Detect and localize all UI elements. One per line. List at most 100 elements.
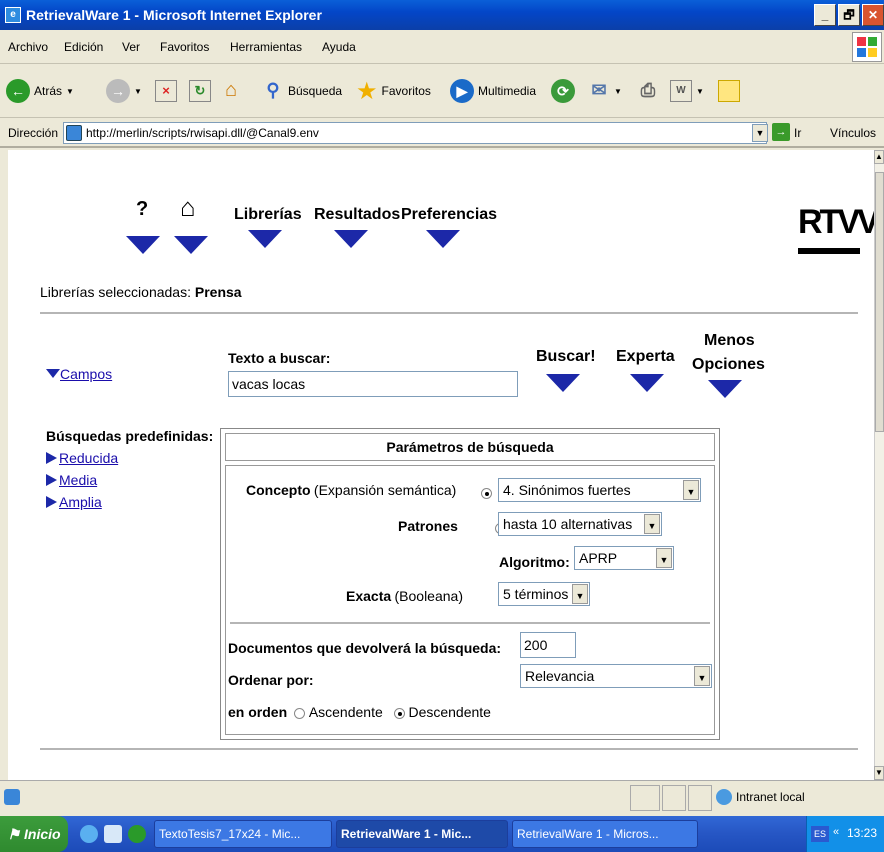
menos-label[interactable]: Menos xyxy=(704,332,755,350)
campos-link[interactable]: Campos xyxy=(46,366,112,382)
predefined-media[interactable]: Media xyxy=(46,472,97,488)
back-button[interactable]: ← Atrás ▼ xyxy=(6,78,74,104)
menu-edicion[interactable]: Edición xyxy=(64,40,103,54)
status-pane xyxy=(630,785,660,811)
maximize-button[interactable]: 🗗 xyxy=(838,4,860,26)
campos-label[interactable]: Campos xyxy=(60,366,112,382)
start-button[interactable]: ⚑ Inicio xyxy=(0,816,68,852)
language-indicator[interactable]: ES xyxy=(811,826,829,842)
concepto-sub-label: (Expansión semántica) xyxy=(313,482,457,498)
menos-opciones-arrow[interactable] xyxy=(708,380,742,398)
params-header: Parámetros de búsqueda xyxy=(225,433,715,461)
home-icon: ⌂ xyxy=(224,79,238,101)
resultados-arrow[interactable] xyxy=(334,230,368,248)
amplia-link[interactable]: Amplia xyxy=(59,494,102,510)
home-button[interactable]: ⌂ xyxy=(220,78,242,104)
print-icon: ⎙ xyxy=(640,80,656,100)
patrones-select[interactable]: hasta 10 alternativas ▼ xyxy=(498,512,662,536)
buscar-label[interactable]: Buscar! xyxy=(536,348,596,366)
media-button[interactable]: ▶ Multimedia xyxy=(450,78,536,104)
title-bar[interactable]: e RetrievalWare 1 - Microsoft Internet E… xyxy=(0,0,884,30)
docs-input[interactable]: 200 xyxy=(520,632,576,658)
search-button[interactable]: ⚲ Búsqueda xyxy=(262,78,342,104)
menu-favoritos[interactable]: Favoritos xyxy=(160,40,209,54)
favorites-button[interactable]: ★ Favoritos xyxy=(356,78,431,105)
exacta-select[interactable]: 5 términos ▼ xyxy=(498,582,590,606)
media-label: Multimedia xyxy=(478,84,537,98)
system-tray: ES « 13:23 xyxy=(806,816,884,852)
history-icon: ⟳ xyxy=(551,79,575,103)
scroll-up-icon[interactable]: ▲ xyxy=(874,150,884,164)
mail-button[interactable]: ✉ ▼ xyxy=(588,78,622,104)
refresh-button[interactable]: ↻ xyxy=(189,78,211,104)
ie-quicklaunch-icon[interactable] xyxy=(80,825,98,843)
algoritmo-select[interactable]: APRP ▼ xyxy=(574,546,674,570)
concepto-radio[interactable] xyxy=(481,488,492,500)
selected-libraries-label: Librerías seleccionadas: xyxy=(40,284,191,300)
menu-bar: Archivo Edición Ver Favoritos Herramient… xyxy=(0,30,884,64)
dropdown-arrow-icon: ▼ xyxy=(134,86,142,96)
desc-radio[interactable] xyxy=(394,708,406,720)
opciones-label[interactable]: Opciones xyxy=(692,356,765,374)
menu-herramientas[interactable]: Herramientas xyxy=(230,40,302,54)
task-word[interactable]: TextoTesis7_17x24 - Mic... xyxy=(154,820,332,848)
links-button[interactable]: Vínculos xyxy=(830,126,876,140)
messenger-button[interactable] xyxy=(718,78,740,104)
help-arrow[interactable] xyxy=(126,236,160,254)
refresh-icon: ↻ xyxy=(189,80,211,102)
reducida-link[interactable]: Reducida xyxy=(59,450,118,466)
algoritmo-select-value: APRP xyxy=(579,550,618,566)
print-button[interactable]: ⎙ xyxy=(637,78,659,104)
home-arrow[interactable] xyxy=(174,236,208,254)
go-arrow-icon[interactable]: → xyxy=(772,123,790,141)
concepto-label: Concepto xyxy=(246,482,311,498)
search-text-input[interactable]: vacas locas xyxy=(228,371,518,397)
order-select[interactable]: Relevancia ▼ xyxy=(520,664,712,688)
help-icon[interactable]: ? xyxy=(136,198,148,221)
asc-radio[interactable] xyxy=(294,708,306,720)
stop-icon: × xyxy=(155,80,177,102)
task-ie-active[interactable]: RetrievalWare 1 - Mic... xyxy=(336,820,508,848)
tray-expand-icon[interactable]: « xyxy=(833,826,839,838)
menu-ayuda[interactable]: Ayuda xyxy=(322,40,356,54)
preferencias-arrow[interactable] xyxy=(426,230,460,248)
buscar-arrow[interactable] xyxy=(546,374,580,392)
nav-resultados[interactable]: Resultados xyxy=(314,206,400,224)
chevron-down-icon: ▼ xyxy=(572,584,588,604)
dropdown-arrow-icon: ▼ xyxy=(614,86,622,96)
scroll-down-icon[interactable]: ▼ xyxy=(874,766,884,780)
predefined-reducida[interactable]: Reducida xyxy=(46,450,118,466)
start-label: Inicio xyxy=(24,826,61,842)
address-label: Dirección xyxy=(8,126,59,140)
forward-button[interactable]: → ▼ xyxy=(106,78,142,104)
media-link[interactable]: Media xyxy=(59,472,97,488)
history-button[interactable]: ⟳ xyxy=(551,78,575,104)
address-dropdown-icon[interactable]: ▼ xyxy=(752,124,768,142)
experta-arrow[interactable] xyxy=(630,374,664,392)
go-button[interactable]: Ir xyxy=(794,126,801,140)
page-content: ? ⌂ Librerías Resultados Preferencias RT… xyxy=(8,150,874,780)
predefined-amplia[interactable]: Amplia xyxy=(46,494,102,510)
desktop-quicklaunch-icon[interactable] xyxy=(104,825,122,843)
scroll-thumb[interactable] xyxy=(875,172,884,432)
concepto-select[interactable]: 4. Sinónimos fuertes ▼ xyxy=(498,478,701,502)
address-input[interactable]: http://merlin/scripts/rwisapi.dll/@Canal… xyxy=(63,122,767,144)
close-button[interactable]: ✕ xyxy=(862,4,884,26)
logo-text: RTVV xyxy=(798,203,874,241)
menu-archivo[interactable]: Archivo xyxy=(8,40,48,54)
experta-label[interactable]: Experta xyxy=(616,348,675,366)
task-ie[interactable]: RetrievalWare 1 - Micros... xyxy=(512,820,698,848)
librerias-arrow[interactable] xyxy=(248,230,282,248)
edit-button[interactable]: W ▼ xyxy=(670,78,704,104)
nav-preferencias[interactable]: Preferencias xyxy=(401,206,497,224)
menu-ver[interactable]: Ver xyxy=(122,40,140,54)
media-quicklaunch-icon[interactable] xyxy=(128,825,146,843)
page-icon xyxy=(66,125,82,141)
home-page-icon[interactable]: ⌂ xyxy=(180,192,196,223)
stop-button[interactable]: × xyxy=(155,78,177,104)
nav-librerias[interactable]: Librerías xyxy=(234,206,302,224)
exacta-sub-label: (Booleana) xyxy=(394,588,464,604)
minimize-button[interactable]: _ xyxy=(814,4,836,26)
chevron-down-icon: ▼ xyxy=(644,514,660,534)
logo-bar xyxy=(798,248,860,254)
